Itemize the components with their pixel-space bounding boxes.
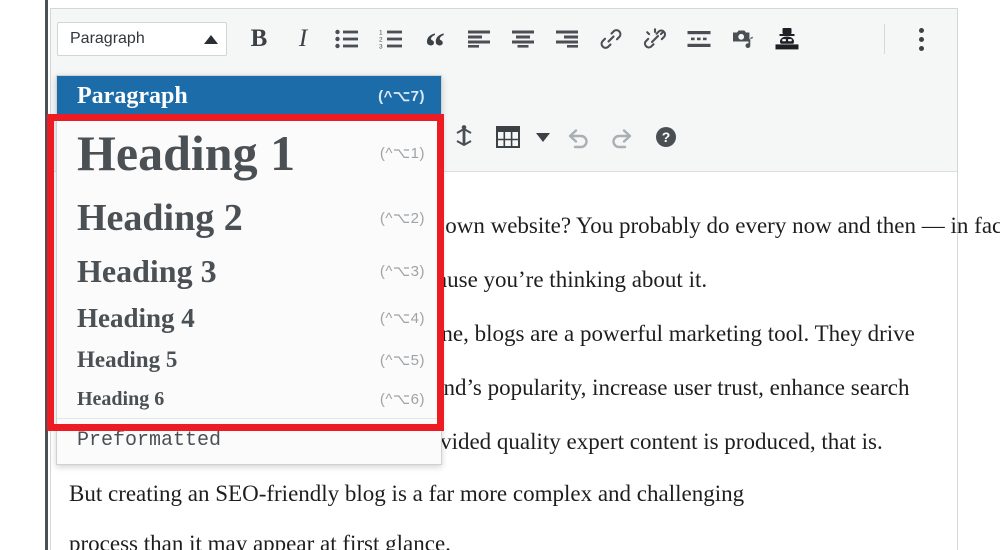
dropdown-item-preformatted[interactable]: Preformatted (57, 418, 441, 462)
svg-text:1: 1 (379, 29, 383, 36)
add-media-button[interactable] (721, 17, 765, 61)
align-right-button[interactable] (545, 17, 589, 61)
paragraph-style-select[interactable]: Paragraph (57, 22, 227, 56)
dropdown-item-label: Heading 4 (77, 302, 195, 333)
redo-icon (612, 129, 632, 149)
more-tag-icon (687, 31, 711, 47)
dropdown-item-shortcut: (^⌥4) (379, 310, 425, 327)
align-center-button[interactable] (501, 17, 545, 61)
dropdown-item-heading-1[interactable]: Heading 1 (^⌥1) (57, 116, 441, 190)
anchor-button[interactable] (442, 115, 486, 159)
redo-button[interactable] (600, 115, 644, 159)
undo-icon (568, 129, 588, 149)
table-dropdown-button[interactable] (530, 115, 556, 159)
dropdown-item-paragraph[interactable]: Paragraph (^⌥7) (57, 76, 441, 116)
numbered-list-button[interactable]: 1 2 3 (369, 17, 413, 61)
media-icon (733, 30, 753, 49)
dropdown-item-label: Preformatted (77, 429, 222, 452)
dropdown-item-shortcut: (^⌥3) (379, 263, 425, 280)
dropdown-item-shortcut: (^⌥6) (379, 391, 425, 408)
help-button[interactable]: ? (644, 115, 688, 159)
toolbar-row-1: Paragraph B I 1 2 3 “ (51, 11, 957, 67)
kebab-menu-icon (918, 27, 924, 33)
caret-up-icon (204, 34, 218, 44)
dropdown-item-shortcut: (^⌥1) (379, 145, 425, 162)
italic-icon: I (298, 25, 308, 52)
dropdown-item-shortcut: (^⌥7) (378, 88, 425, 105)
dropdown-item-shortcut: (^⌥2) (379, 210, 425, 227)
dropdown-item-heading-3[interactable]: Heading 3 (^⌥3) (57, 246, 441, 296)
kebab-dot-2 (918, 36, 924, 42)
page-left-border (45, 0, 48, 550)
numbered-list-icon: 1 2 3 (379, 29, 402, 49)
screenshot-root: Paragraph B I 1 2 3 “ ? Do you ever thin… (0, 0, 1000, 550)
read-more-button[interactable] (677, 17, 721, 61)
dropdown-item-label: Heading 5 (77, 347, 178, 372)
undo-button[interactable] (556, 115, 600, 159)
blockquote-button[interactable]: “ (413, 17, 457, 67)
table-icon (496, 126, 520, 148)
dropdown-item-label: Heading 1 (77, 125, 296, 181)
align-center-icon (512, 30, 534, 48)
dropdown-item-heading-2[interactable]: Heading 2 (^⌥2) (57, 190, 441, 246)
help-icon: ? (656, 127, 676, 147)
insert-link-button[interactable] (589, 17, 633, 61)
bulleted-list-icon (335, 29, 358, 49)
bold-icon: B (250, 25, 268, 52)
svg-text:?: ? (662, 129, 671, 145)
more-options-button[interactable] (899, 17, 943, 61)
broken-link-icon (644, 28, 666, 49)
paragraph-style-value: Paragraph (70, 30, 145, 47)
remove-link-button[interactable] (633, 17, 677, 61)
content-line-7: process than it may appear at first glan… (69, 531, 451, 550)
align-left-icon (468, 30, 490, 48)
table-button[interactable] (486, 115, 530, 159)
dropdown-item-heading-4[interactable]: Heading 4 (^⌥4) (57, 296, 441, 340)
incognito-icon (775, 28, 799, 50)
link-icon (600, 29, 622, 49)
anchor-icon (456, 125, 472, 147)
dropdown-item-heading-6[interactable]: Heading 6 (^⌥6) (57, 380, 441, 418)
svg-text:2: 2 (379, 37, 383, 44)
dropdown-item-heading-5[interactable]: Heading 5 (^⌥5) (57, 340, 441, 380)
italic-button[interactable]: I (281, 17, 325, 61)
incognito-button[interactable] (765, 17, 809, 61)
bold-button[interactable]: B (237, 17, 281, 61)
dropdown-item-label: Heading 2 (77, 197, 243, 239)
kebab-dot-3 (918, 45, 924, 51)
dropdown-item-label: Heading 6 (77, 387, 165, 410)
align-right-icon (556, 30, 578, 48)
toolbar-separator (884, 24, 885, 54)
content-line-6: But creating an SEO-friendly blog is a f… (69, 481, 745, 506)
svg-text:3: 3 (379, 44, 383, 49)
dropdown-item-label: Paragraph (77, 82, 188, 109)
caret-down-icon (536, 132, 550, 142)
bulleted-list-button[interactable] (325, 17, 369, 61)
dropdown-item-label: Heading 3 (77, 252, 217, 289)
dropdown-item-shortcut: (^⌥5) (379, 352, 425, 369)
paragraph-style-dropdown[interactable]: Paragraph (^⌥7) Heading 1 (^⌥1) Heading … (56, 75, 442, 465)
align-left-button[interactable] (457, 17, 501, 61)
